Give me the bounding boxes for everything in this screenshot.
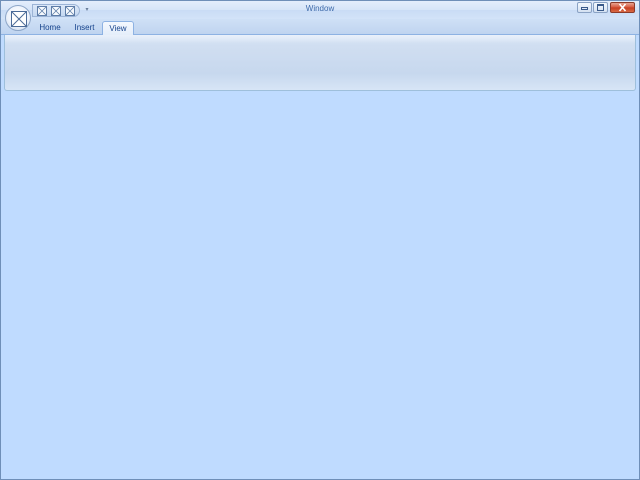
close-icon: [618, 3, 627, 12]
ribbon-tab-bar: Home Insert View: [1, 19, 639, 36]
minimize-icon: [581, 7, 588, 10]
content-area[interactable]: [4, 92, 636, 477]
placeholder-icon: [51, 6, 61, 16]
maximize-button[interactable]: [593, 2, 608, 13]
quick-access-button-3[interactable]: [65, 6, 75, 16]
quick-access-toolbar: [32, 4, 80, 17]
title-bar[interactable]: Window ▾: [1, 1, 639, 19]
placeholder-icon: [65, 6, 75, 16]
tab-view[interactable]: View: [102, 21, 134, 36]
tab-insert[interactable]: Insert: [69, 21, 100, 35]
placeholder-icon: [37, 6, 47, 16]
close-button[interactable]: [610, 2, 635, 13]
window-title: Window: [305, 4, 335, 13]
tab-home[interactable]: Home: [34, 21, 66, 35]
ribbon-panel: [4, 35, 636, 91]
application-menu-button[interactable]: [5, 5, 31, 31]
quick-access-dropdown-icon[interactable]: ▾: [83, 6, 91, 14]
application-window: Window ▾ Home Insert View: [0, 0, 640, 480]
quick-access-button-2[interactable]: [51, 6, 61, 16]
maximize-icon: [597, 4, 604, 11]
minimize-button[interactable]: [577, 2, 592, 13]
ribbon-highlight: [5, 35, 635, 43]
quick-access-button-1[interactable]: [37, 6, 47, 16]
window-controls: [577, 2, 637, 14]
placeholder-icon: [11, 11, 27, 27]
